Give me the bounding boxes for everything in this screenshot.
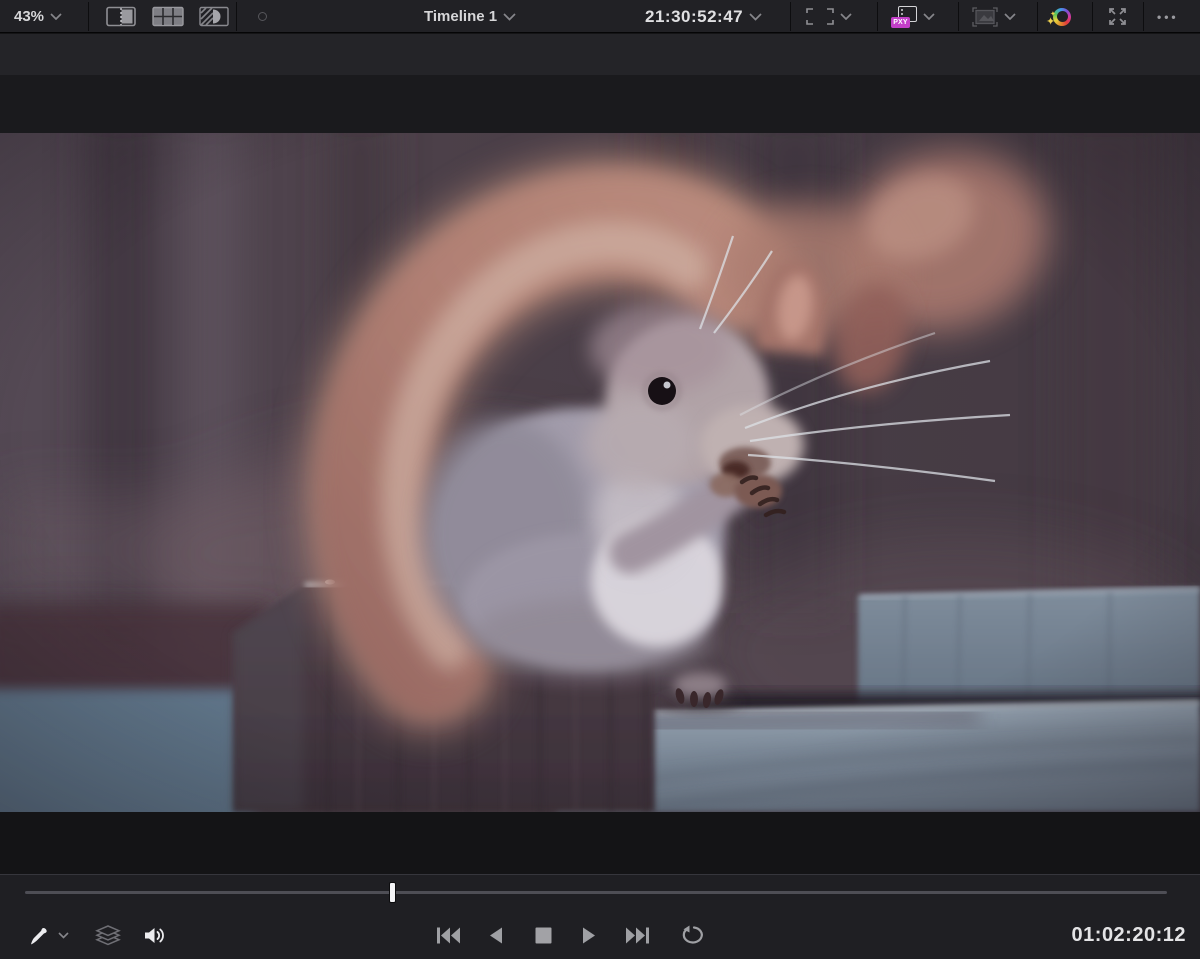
timeline-name: Timeline 1: [424, 8, 498, 25]
skip-to-start-icon: [437, 927, 460, 943]
viewer-toolbar: 43% Timeline 1 21:30:52:47 PXY ✦ ✦ •••: [0, 0, 1200, 33]
magic-enhance-icon: ✦ ✦: [1046, 7, 1071, 27]
timecode-field[interactable]: 21:30:52:47: [645, 0, 762, 33]
audio-mute-button[interactable]: [143, 918, 166, 952]
split-screen-button[interactable]: [106, 0, 136, 33]
play-button[interactable]: [582, 918, 596, 952]
sparkle-icon: ✦: [1046, 15, 1056, 28]
viewer-letterbox-top: [0, 75, 1200, 133]
toolbar-divider: [88, 2, 89, 31]
video-content-squirrel: [0, 133, 1200, 812]
toolbar-divider: [1143, 2, 1144, 31]
status-indicator: [258, 0, 267, 33]
playhead[interactable]: [389, 882, 397, 903]
transport-panel: 01:02:20:12: [0, 874, 1200, 959]
toolbar-divider: [1092, 2, 1093, 31]
toolbar-divider: [958, 2, 959, 31]
viewer-timecode[interactable]: 01:02:20:12: [1072, 918, 1186, 952]
sparkle-icon: ✦: [1050, 10, 1056, 18]
stop-button[interactable]: [535, 918, 552, 952]
safe-area-icon: [806, 8, 834, 25]
enhance-button[interactable]: ✦ ✦: [1046, 0, 1071, 33]
eyedropper-icon: [31, 928, 47, 945]
chevron-down-icon: [923, 13, 935, 20]
ellipsis-icon: •••: [1157, 9, 1179, 24]
viewer-upper-strip: [0, 34, 1200, 75]
layers-overlay-button[interactable]: [95, 918, 121, 952]
go-to-start-button[interactable]: [437, 918, 461, 952]
wipe-compare-button[interactable]: [199, 0, 229, 33]
expand-icon: [1109, 8, 1126, 25]
image-transform-icon: [972, 6, 998, 27]
chevron-down-icon: [1004, 13, 1016, 20]
chevron-down-icon: [503, 12, 516, 21]
timecode-value: 21:30:52:47: [645, 6, 744, 26]
speaker-icon: [145, 927, 164, 943]
chevron-down-icon: [58, 931, 69, 939]
chevron-down-icon: [50, 13, 62, 20]
zoom-level-value: 43%: [14, 8, 45, 25]
go-to-end-button[interactable]: [625, 918, 649, 952]
grid-view-icon: [152, 6, 184, 27]
loop-icon: [682, 925, 703, 944]
transform-overlay-button[interactable]: [972, 0, 1016, 33]
resolve-viewer-panel: 43% Timeline 1 21:30:52:47 PXY ✦ ✦ ••• 0…: [0, 0, 1200, 959]
color-picker-tool[interactable]: [28, 918, 69, 952]
grid-view-button[interactable]: [152, 0, 184, 33]
viewer-options-menu[interactable]: •••: [1157, 0, 1179, 33]
split-screen-icon: [106, 6, 136, 27]
layers-icon: [95, 924, 121, 945]
chevron-down-icon: [840, 13, 852, 20]
expand-viewer-button[interactable]: [1107, 0, 1128, 33]
toolbar-divider: [1037, 2, 1038, 31]
proxy-badge: PXY: [891, 16, 910, 28]
timeline-selector[interactable]: Timeline 1: [424, 0, 516, 33]
proxy-icon: PXY: [891, 5, 917, 28]
toolbar-divider: [877, 2, 878, 31]
zoom-level-select[interactable]: 43%: [14, 0, 62, 33]
loop-button[interactable]: [680, 918, 706, 952]
play-reverse-button[interactable]: [489, 918, 503, 952]
timeline-scrubber[interactable]: [25, 891, 1167, 894]
safe-area-button[interactable]: [806, 0, 852, 33]
wipe-icon: [199, 6, 229, 27]
skip-to-end-icon: [626, 927, 649, 943]
chevron-down-icon: [749, 12, 762, 21]
viewer-letterbox-bottom: [0, 812, 1200, 874]
status-dot-icon: [258, 12, 267, 21]
video-frame[interactable]: [0, 133, 1200, 812]
toolbar-divider: [790, 2, 791, 31]
toolbar-divider: [236, 2, 237, 31]
play-reverse-icon: [490, 927, 502, 943]
stop-icon: [535, 927, 552, 943]
play-icon: [583, 927, 595, 943]
proxy-mode-button[interactable]: PXY: [891, 0, 935, 33]
viewer-timecode-value: 01:02:20:12: [1071, 923, 1186, 946]
